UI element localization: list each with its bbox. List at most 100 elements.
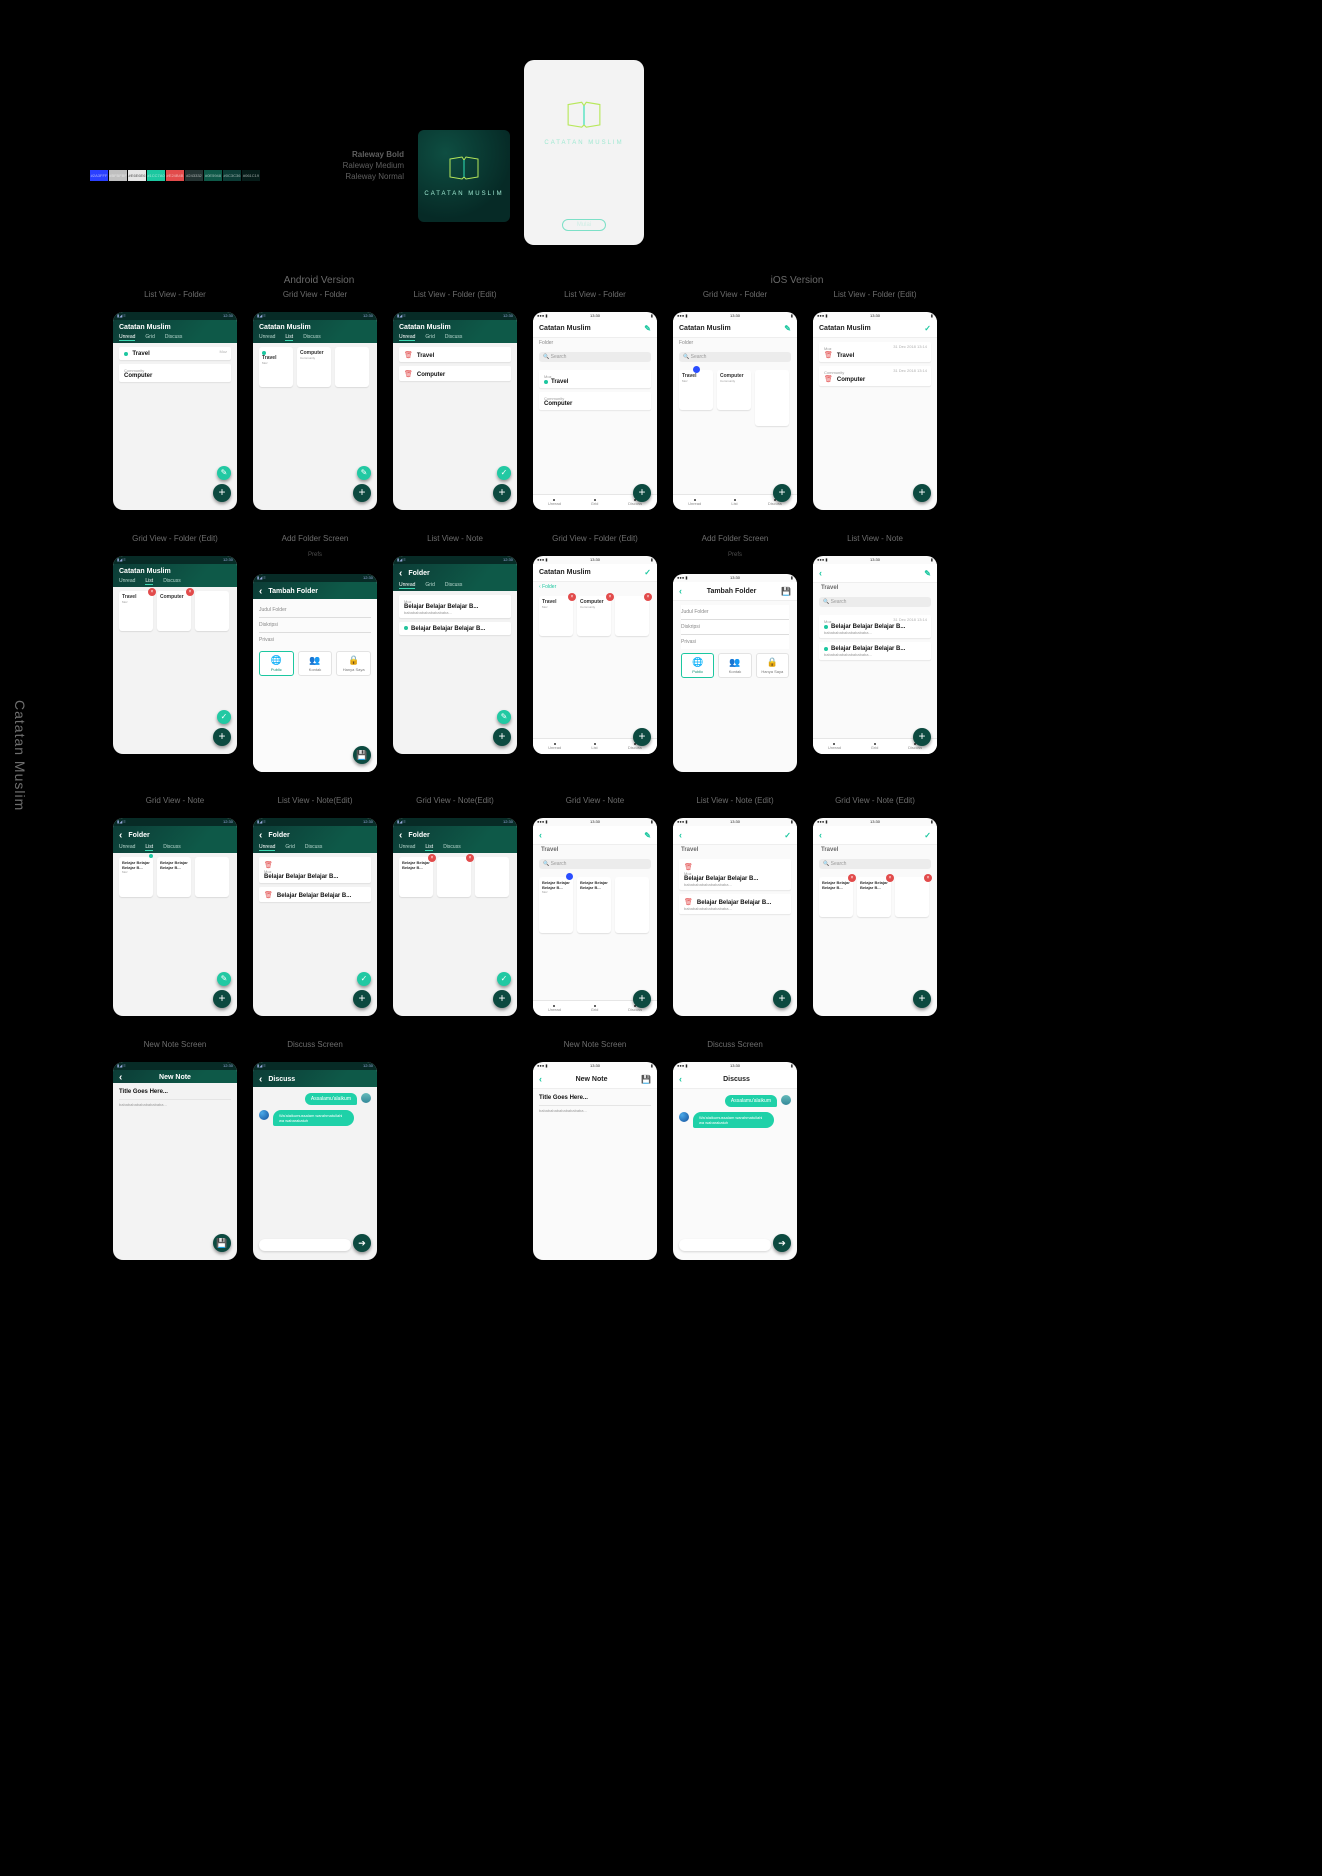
- done-icon[interactable]: ✓: [924, 831, 931, 840]
- message-input[interactable]: [259, 1239, 351, 1251]
- trash-icon[interactable]: 🗑: [824, 376, 833, 383]
- add-fab[interactable]: [493, 990, 511, 1008]
- back-link[interactable]: ‹ Folder: [533, 582, 657, 592]
- tab-unread[interactable]: Unread: [259, 844, 275, 851]
- note-card[interactable]: Belajar Belajar Belajar B...: [157, 857, 191, 897]
- delete-badge-icon[interactable]: ×: [886, 874, 894, 882]
- back-button[interactable]: [679, 586, 682, 596]
- tab-list[interactable]: List: [731, 499, 737, 506]
- add-fab[interactable]: [633, 990, 651, 1008]
- delete-badge-icon[interactable]: ×: [568, 593, 576, 601]
- tab-grid[interactable]: Grid: [871, 743, 879, 750]
- delete-badge-icon[interactable]: ×: [428, 854, 436, 862]
- delete-badge-icon[interactable]: ×: [924, 874, 932, 882]
- back-button[interactable]: [539, 1074, 542, 1084]
- trash-icon[interactable]: 🗑: [264, 862, 273, 869]
- folder-row[interactable]: MozTravel: [539, 370, 651, 388]
- save-fab[interactable]: [353, 746, 371, 764]
- note-card[interactable]: Belajar Belajar Belajar B...: [577, 877, 611, 933]
- tab-grid[interactable]: Grid: [285, 844, 294, 851]
- add-fab[interactable]: [913, 990, 931, 1008]
- edit-fab[interactable]: [217, 972, 231, 986]
- folder-row[interactable]: Community Computer: [119, 364, 231, 382]
- done-fab[interactable]: [217, 710, 231, 724]
- delete-badge-icon[interactable]: ×: [148, 588, 156, 596]
- note-body-input[interactable]: babababababababababa...: [539, 1108, 651, 1113]
- back-icon[interactable]: [259, 586, 264, 597]
- folder-card[interactable]: ×TravelMoz: [119, 591, 153, 631]
- done-icon[interactable]: ✓: [644, 568, 651, 577]
- add-fab[interactable]: [493, 484, 511, 502]
- tab-discuss[interactable]: Discuss: [305, 844, 323, 851]
- done-fab[interactable]: [357, 972, 371, 986]
- note-row-edit[interactable]: 🗑MozBelajar Belajar Belajar B...: [259, 857, 371, 883]
- folder-card[interactable]: ComputerCommunity: [717, 370, 751, 410]
- add-fab[interactable]: [213, 990, 231, 1008]
- add-fab[interactable]: [773, 990, 791, 1008]
- add-fab[interactable]: [493, 728, 511, 746]
- tab-discuss[interactable]: Discuss: [163, 844, 181, 851]
- tab-unread[interactable]: Unread: [399, 582, 415, 589]
- edit-fab[interactable]: [357, 466, 371, 480]
- send-fab[interactable]: [773, 1234, 791, 1252]
- tab-unread[interactable]: Unread: [259, 334, 275, 341]
- message-input[interactable]: [679, 1239, 771, 1251]
- note-row-edit[interactable]: 🗑Belajar Belajar Belajar B...bababababab…: [679, 894, 791, 914]
- search-input[interactable]: 🔍 Search: [539, 859, 651, 869]
- folder-row-edit[interactable]: 🗑Travel: [399, 347, 511, 362]
- back-icon[interactable]: [399, 830, 404, 841]
- back-button[interactable]: [819, 568, 822, 578]
- folder-card[interactable]: ×Computer: [157, 591, 191, 631]
- back-icon[interactable]: [119, 1072, 124, 1083]
- trash-icon[interactable]: 🗑: [684, 864, 693, 871]
- done-icon[interactable]: ✓: [784, 831, 791, 840]
- privacy-private[interactable]: Hanya Saya: [336, 651, 371, 676]
- note-body-input[interactable]: babababababababababa...: [119, 1102, 231, 1107]
- folder-row-edit[interactable]: Moz🗑Travel31 Dec 2018 13:14: [819, 342, 931, 362]
- folder-row[interactable]: Travel Moz: [119, 347, 231, 360]
- delete-badge-icon[interactable]: ×: [186, 588, 194, 596]
- add-fab[interactable]: [353, 990, 371, 1008]
- privacy-public[interactable]: Public: [259, 651, 294, 676]
- tab-discuss[interactable]: Discuss: [443, 844, 461, 851]
- trash-icon[interactable]: 🗑: [404, 371, 413, 378]
- tab-unread[interactable]: Unread: [548, 743, 561, 750]
- back-icon[interactable]: [259, 830, 264, 841]
- back-icon[interactable]: [119, 830, 124, 841]
- back-icon[interactable]: [399, 568, 404, 579]
- add-fab[interactable]: [633, 728, 651, 746]
- tab-unread[interactable]: Unread: [548, 1005, 561, 1012]
- save-icon[interactable]: 💾: [781, 587, 791, 596]
- note-row-edit[interactable]: 🗑Belajar Belajar Belajar B...: [259, 887, 371, 902]
- trash-icon[interactable]: 🗑: [264, 892, 273, 899]
- start-button[interactable]: Mulai: [562, 219, 606, 231]
- note-card[interactable]: ×Belajar Belajar Belajar B...: [399, 857, 433, 897]
- desc-input[interactable]: Diskripsi: [259, 618, 371, 633]
- tab-discuss[interactable]: Discuss: [445, 582, 463, 589]
- note-title-input[interactable]: Title Goes Here...: [119, 1085, 231, 1100]
- privacy-private[interactable]: Hanya Saya: [756, 653, 789, 678]
- note-card[interactable]: ×Belajar Belajar Belajar B...: [857, 877, 891, 917]
- title-input[interactable]: Judul Folder: [681, 605, 789, 620]
- title-input[interactable]: Judul Folder: [259, 603, 371, 618]
- search-input[interactable]: 🔍 Search: [679, 352, 791, 362]
- tab-unread[interactable]: Unread: [399, 844, 415, 851]
- folder-card[interactable]: ComputerCommunity: [297, 347, 331, 387]
- edit-icon[interactable]: ✎: [644, 831, 651, 840]
- back-button[interactable]: [539, 830, 542, 840]
- save-fab[interactable]: [213, 1234, 231, 1252]
- note-card-empty[interactable]: [195, 857, 229, 897]
- tab-discuss[interactable]: Discuss: [165, 334, 183, 341]
- tab-discuss[interactable]: Discuss: [445, 334, 463, 341]
- done-fab[interactable]: [497, 972, 511, 986]
- back-button[interactable]: [819, 830, 822, 840]
- desc-input[interactable]: Diskripsi: [681, 620, 789, 635]
- add-fab[interactable]: [213, 484, 231, 502]
- tab-unread[interactable]: Unread: [688, 499, 701, 506]
- folder-row-edit[interactable]: Community🗑Computer31 Dec 2018 13:14: [819, 366, 931, 386]
- back-button[interactable]: [679, 1074, 682, 1084]
- trash-icon[interactable]: 🗑: [404, 352, 413, 359]
- save-icon[interactable]: 💾: [641, 1075, 651, 1084]
- note-card[interactable]: ×Belajar Belajar Belajar B...: [819, 877, 853, 917]
- back-icon[interactable]: [259, 1074, 264, 1085]
